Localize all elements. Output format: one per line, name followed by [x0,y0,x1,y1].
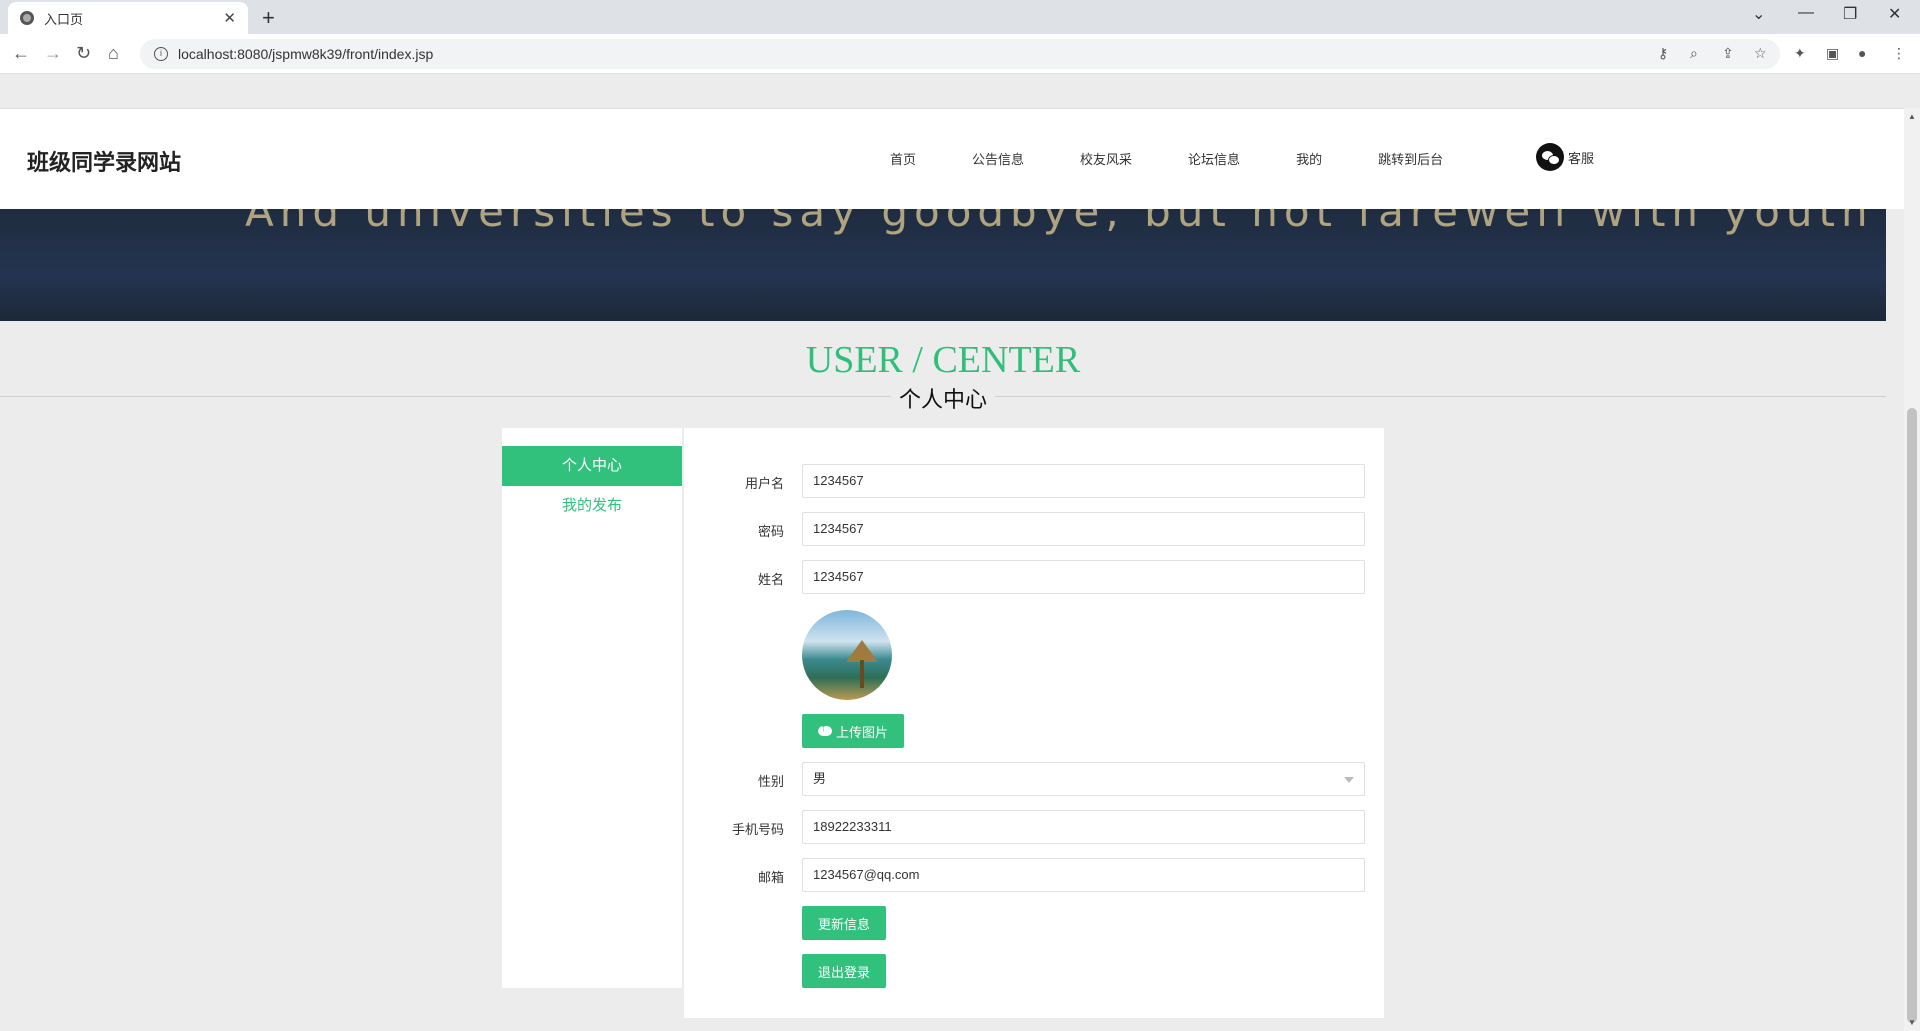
avatar-image [802,610,892,700]
chevron-down-icon [1344,777,1354,783]
menu-forum[interactable]: 论坛信息 [1188,149,1240,168]
update-info-button[interactable]: 更新信息 [802,906,886,940]
tab-search-icon[interactable]: ⌄ [1752,4,1765,24]
name-input[interactable]: 1234567 [802,560,1365,594]
reload-icon[interactable]: ↻ [76,43,91,64]
page-title: USER / CENTER [805,339,1081,381]
username-label: 用户名 [744,476,784,491]
home-icon[interactable]: ⌂ [108,43,119,64]
restore-icon[interactable]: ❐ [1843,4,1857,24]
banner: And universities to say goodbye, but not… [0,209,1886,321]
browser-tabstrip: 入口页 ✕ + ⌄ — ❐ ✕ [0,0,1920,34]
wechat-icon [1536,143,1564,171]
key-icon[interactable]: ⚷ [1658,45,1668,62]
zoom-icon[interactable]: ⌕ [1690,45,1698,62]
menu-mine[interactable]: 我的 [1296,149,1322,168]
menu-alumni[interactable]: 校友风采 [1080,149,1132,168]
site-info-icon[interactable]: i [154,47,168,61]
side-panel-icon[interactable]: ▣ [1826,45,1839,62]
bookmark-star-icon[interactable]: ☆ [1754,45,1767,62]
browser-toolbar: ← → ↻ ⌂ i localhost:8080/jspmw8k39/front… [0,34,1920,74]
email-input[interactable]: 1234567@qq.com [802,858,1365,892]
username-row: 用户名 1234567 [684,464,1384,498]
email-label: 邮箱 [757,870,784,885]
extensions-icon[interactable]: ✦ [1794,45,1806,62]
sidebar-item-my-posts[interactable]: 我的发布 [502,486,682,526]
forward-icon[interactable]: → [44,43,62,64]
password-label: 密码 [757,524,784,539]
gender-label: 性别 [757,774,784,789]
password-input[interactable]: 1234567 [802,512,1365,546]
menu-admin[interactable]: 跳转到后台 [1378,149,1443,168]
menu-dots-icon[interactable]: ⋮ [1892,45,1906,62]
customer-service-label: 客服 [1568,150,1595,166]
page-subtitle-text: 个人中心 [890,387,995,412]
gender-row: 性别 男 [684,762,1384,796]
phone-row: 手机号码 18922233311 [684,810,1384,844]
profile-icon[interactable]: ● [1858,45,1866,61]
phone-input[interactable]: 18922233311 [802,810,1365,844]
profile-form: 用户名 1234567 密码 1234567 姓名 1234567 上传图片 性… [684,428,1384,1018]
new-tab-button[interactable]: + [262,5,275,31]
avatar-hut-shape [846,640,878,662]
address-url: localhost:8080/jspmw8k39/front/index.jsp [178,46,434,62]
minimize-icon[interactable]: — [1798,4,1814,22]
name-label: 姓名 [757,572,784,587]
page-subtitle: 个人中心 [0,382,1886,414]
user-sidebar: 个人中心 我的发布 [502,428,682,988]
menu-home[interactable]: 首页 [890,149,916,168]
back-icon[interactable]: ← [12,43,30,64]
email-row: 邮箱 1234567@qq.com [684,858,1384,892]
upload-image-label: 上传图片 [835,724,888,740]
logout-button[interactable]: 退出登录 [802,954,886,988]
upload-image-button[interactable]: 上传图片 [802,714,904,748]
page-scrollbar[interactable]: ▲ ▼ [1904,108,1920,1031]
address-bar[interactable]: i localhost:8080/jspmw8k39/front/index.j… [140,39,1780,69]
phone-label: 手机号码 [731,822,784,837]
globe-icon [20,11,34,25]
customer-service[interactable]: 客服 [1536,143,1594,171]
browser-tab[interactable]: 入口页 ✕ [8,2,248,34]
avatar-pole-shape [860,660,864,688]
site-header: 班级同学录网站 首页 公告信息 校友风采 论坛信息 我的 跳转到后台 客服 [0,108,1904,209]
tab-title: 入口页 [44,11,84,27]
scroll-down-icon[interactable]: ▼ [1908,1018,1916,1027]
cloud-upload-icon [817,723,832,736]
close-tab-icon[interactable]: ✕ [223,9,236,27]
name-row: 姓名 1234567 [684,560,1384,594]
gender-value: 男 [813,771,827,786]
sidebar-item-user-center[interactable]: 个人中心 [502,446,682,486]
share-icon[interactable]: ⇪ [1722,45,1734,62]
page-viewport: 班级同学录网站 首页 公告信息 校友风采 论坛信息 我的 跳转到后台 客服 An… [0,75,1904,1031]
scrollbar-thumb[interactable] [1907,408,1917,1023]
password-row: 密码 1234567 [684,512,1384,546]
gender-select[interactable]: 男 [802,762,1365,796]
username-input[interactable]: 1234567 [802,464,1365,498]
scroll-up-icon[interactable]: ▲ [1908,112,1916,121]
banner-text: And universities to say goodbye, but not… [245,209,1874,236]
main-menu: 首页 公告信息 校友风采 论坛信息 我的 跳转到后台 [890,149,1499,168]
menu-notice[interactable]: 公告信息 [972,149,1024,168]
window-close-icon[interactable]: ✕ [1888,4,1901,24]
site-title: 班级同学录网站 [27,150,182,175]
